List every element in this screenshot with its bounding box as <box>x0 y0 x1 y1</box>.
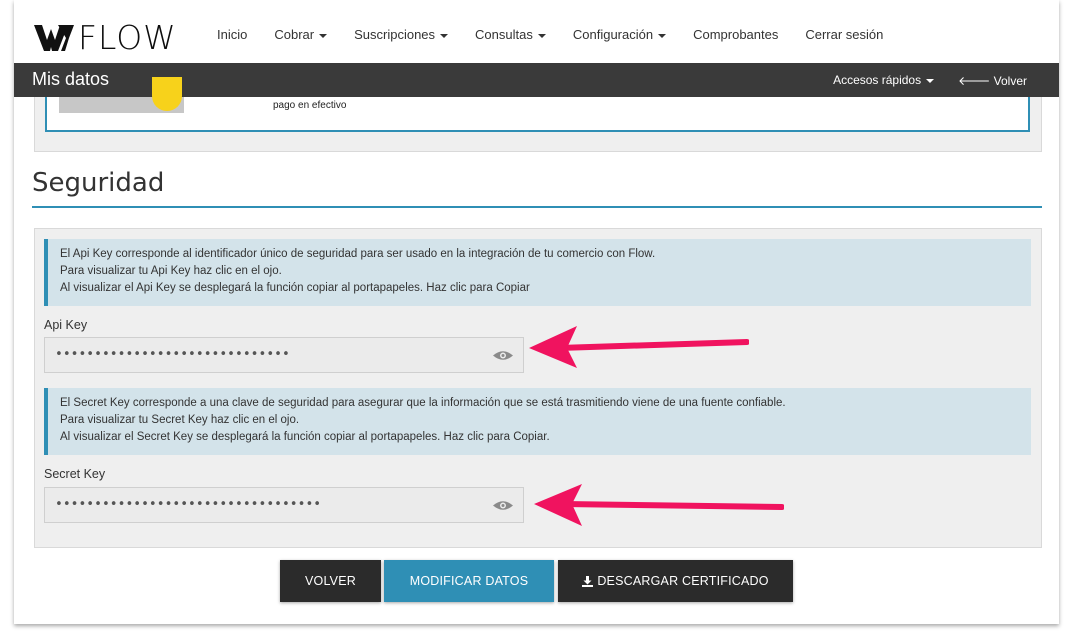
nav-item-label: Suscripciones <box>354 27 436 42</box>
download-icon <box>582 575 594 587</box>
secret-key-field[interactable]: •••••••••••••••••••••••••••••••••• <box>44 487 524 523</box>
caret-down-icon <box>319 33 328 38</box>
caret-down-icon <box>440 33 449 38</box>
eye-icon[interactable] <box>492 349 514 362</box>
payment-method-panel: pago en efectivo <box>34 77 1042 152</box>
back-link[interactable]: 🡐 Volver <box>958 73 1027 88</box>
eye-icon[interactable] <box>492 499 514 512</box>
section-divider <box>32 206 1042 208</box>
api-key-info-alert: El Api Key corresponde al identificador … <box>44 239 1031 306</box>
secret-key-info-alert: El Secret Key corresponde a una clave de… <box>44 388 1031 455</box>
yellow-circle-graphic <box>152 77 182 111</box>
nav-item-configuracion[interactable]: Configuración <box>572 27 667 42</box>
arrow-left-icon: 🡐 <box>958 74 991 88</box>
secret-key-label: Secret Key <box>44 467 106 481</box>
nav-item-label: Cobrar <box>274 27 315 42</box>
api-key-label: Api Key <box>44 318 88 332</box>
app-window: FLOW Inicio Cobrar Suscripciones Consult… <box>14 0 1059 624</box>
quick-access-dropdown[interactable]: Accesos rápidos <box>833 73 935 88</box>
caret-down-icon <box>658 33 667 38</box>
nav-item-label: Consultas <box>475 27 533 42</box>
payment-method-card: pago en efectivo <box>45 77 1030 132</box>
nav-item-label: Comprobantes <box>693 27 779 42</box>
nav-item-cerrar-sesion[interactable]: Cerrar sesión <box>805 27 883 42</box>
api-key-masked-value: •••••••••••••••••••••••••••••• <box>55 347 290 362</box>
back-button[interactable]: VOLVER <box>280 560 381 602</box>
info-line: Al visualizar el Api Key se desplegará l… <box>60 282 530 294</box>
button-label: DESCARGAR CERTIFICADO <box>597 574 769 588</box>
nav-item-cobrar[interactable]: Cobrar <box>274 27 328 42</box>
button-label: MODIFICAR DATOS <box>409 574 529 588</box>
nav-item-label: Configuración <box>572 27 654 42</box>
top-navigation: FLOW Inicio Cobrar Suscripciones Consult… <box>14 0 1059 64</box>
nav-item-consultas[interactable]: Consultas <box>475 27 546 42</box>
nav-item-comprobantes[interactable]: Comprobantes <box>693 27 778 42</box>
logo-text: FLOW <box>78 18 177 57</box>
nav-item-suscripciones[interactable]: Suscripciones <box>354 27 449 42</box>
payment-method-label: pago en efectivo <box>273 100 347 111</box>
modify-data-button[interactable]: MODIFICAR DATOS <box>384 560 554 602</box>
back-label: Volver <box>993 74 1027 88</box>
nav-item-label: Inicio <box>217 27 248 42</box>
info-line: El Api Key corresponde al identificador … <box>60 248 656 260</box>
quick-access-label: Accesos rápidos <box>833 73 922 87</box>
info-line: El Secret Key corresponde a una clave de… <box>60 397 786 409</box>
info-line: Al visualizar el Secret Key se desplegar… <box>60 431 550 443</box>
api-key-field[interactable]: •••••••••••••••••••••••••••••• <box>44 337 524 373</box>
caret-down-icon <box>926 78 935 83</box>
secret-key-masked-value: •••••••••••••••••••••••••••••••••• <box>55 497 322 512</box>
nav-item-label: Cerrar sesión <box>805 27 884 42</box>
download-certificate-button[interactable]: DESCARGAR CERTIFICADO <box>558 560 793 602</box>
button-label: VOLVER <box>305 574 356 588</box>
page-title: Mis datos <box>32 69 110 89</box>
caret-down-icon <box>537 33 546 38</box>
section-title-security: Seguridad <box>32 168 165 198</box>
nav-item-inicio[interactable]: Inicio <box>217 27 247 42</box>
flow-logo[interactable]: FLOW <box>34 20 177 56</box>
flow-logo-icon <box>34 25 74 51</box>
info-line: Para visualizar tu Api Key haz clic en e… <box>60 265 282 277</box>
security-panel: El Api Key corresponde al identificador … <box>34 228 1042 548</box>
main-menu: Inicio Cobrar Suscripciones Consultas Co… <box>217 27 910 42</box>
header-actions: Accesos rápidos 🡐 Volver <box>833 73 1027 88</box>
info-line: Para visualizar tu Secret Key haz clic e… <box>60 414 300 426</box>
